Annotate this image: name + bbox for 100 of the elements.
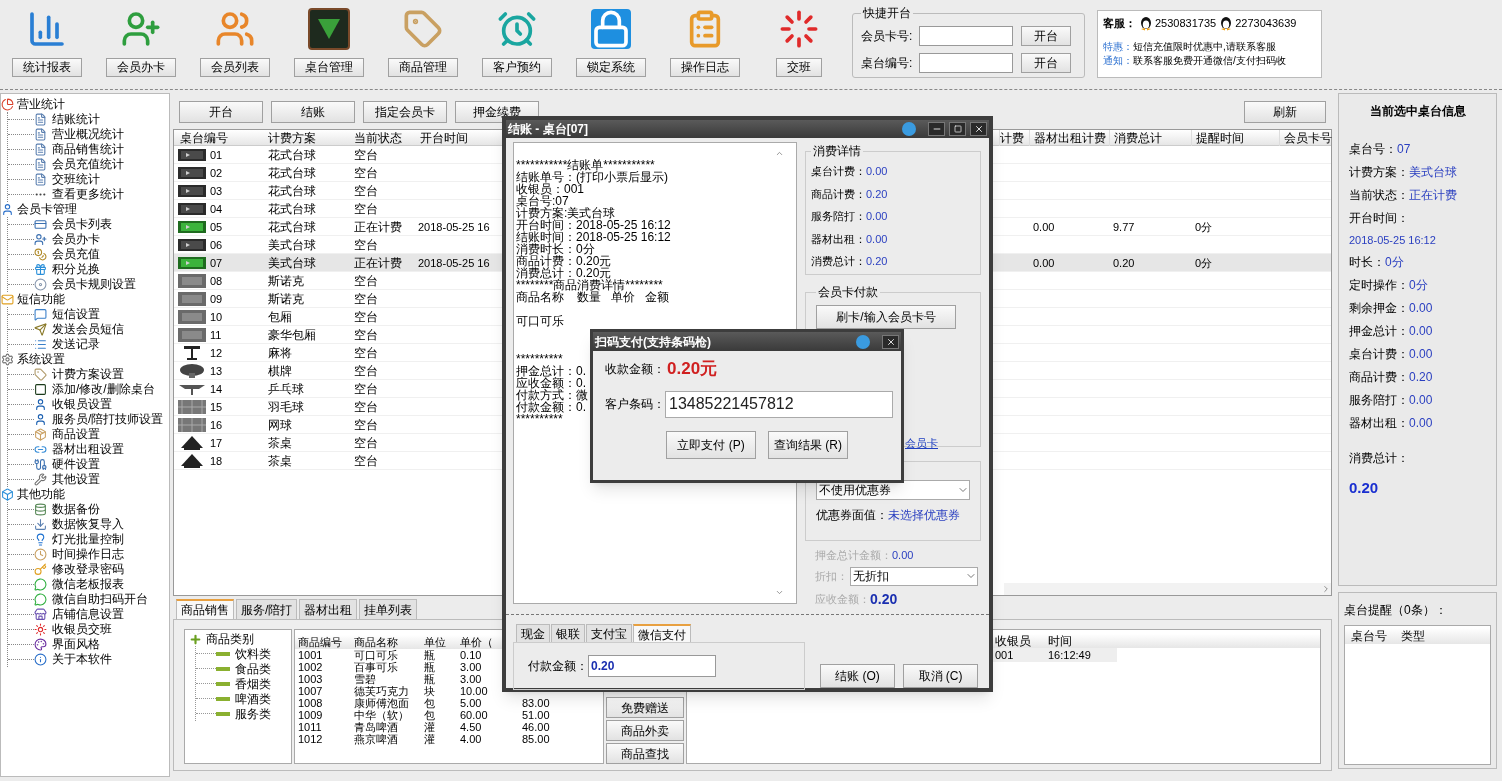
table-cell-text: 16	[210, 417, 223, 433]
table-cell-text: 03	[210, 183, 223, 199]
field-label: 桌台编号:	[861, 54, 914, 72]
table-cell-text: 豪华包厢	[267, 327, 317, 344]
table-cell-text: 4.50	[459, 721, 483, 733]
info-value: 0.00	[1409, 392, 1433, 409]
table-cell-text: 16:12:49	[1047, 648, 1091, 662]
table-cell-text: 空台	[353, 435, 379, 452]
table-cell-text: 羽毛球	[267, 399, 305, 416]
table-cell-text: 空台	[353, 453, 379, 470]
receipt-line: ***********结账单***********	[516, 158, 655, 172]
table-cell-text: 茶桌	[267, 453, 293, 470]
table-cell-text: 空台	[353, 237, 379, 254]
table-cell-text: 1009	[297, 709, 324, 721]
table-cell-text: 08	[210, 273, 223, 289]
table-cell-text: 13	[210, 363, 223, 379]
table-cell-text: 12	[210, 345, 223, 361]
window-title: 扫码支付(支持条码枪)	[595, 333, 711, 351]
table-cell-text: 百事可乐	[353, 661, 399, 673]
table-cell: 0分	[1195, 257, 1213, 269]
info-value: 0分	[1385, 254, 1404, 271]
table-cell-text: 1008	[297, 697, 324, 709]
table-cell-text: 空台	[353, 363, 379, 380]
table-cell-text: 中华（软）	[353, 709, 410, 721]
table-cell-text: 空台	[353, 327, 379, 344]
notice-label: 特惠：	[1103, 40, 1133, 54]
table-cell-text: 空台	[353, 183, 379, 200]
table-cell-text: 07	[210, 255, 223, 271]
table-cell-text: 灌	[423, 733, 436, 745]
receipt-line: 付款金额：0.	[516, 400, 586, 414]
info-label: 桌台号：	[1349, 141, 1397, 158]
receipt-line: 付款方式：微	[516, 388, 588, 402]
info-label: 剩余押金：	[1349, 300, 1409, 317]
receipt-line: 计费方案:美式台球	[516, 206, 616, 220]
table-cell-text: 正在计费	[353, 219, 403, 236]
notice-text: 短信充值限时优惠中,请联系客服	[1133, 40, 1276, 54]
table-cell-text: 02	[210, 165, 223, 181]
detail-label: 消费总计：	[811, 254, 866, 269]
receipt-line: 押金总计：0.	[516, 364, 586, 378]
table-cell-text: 花式台球	[267, 219, 317, 236]
receipt-line: 消费时长：0分	[516, 242, 595, 256]
detail-value: 0.00	[866, 209, 888, 224]
table-cell-text: 空台	[353, 417, 379, 434]
field-label: 会员卡号:	[861, 27, 914, 45]
table-cell-text: 4.00	[459, 733, 483, 745]
table-cell-text: 001	[994, 648, 1015, 662]
receipt-line: 桌台号:07	[516, 194, 569, 208]
table-cell-text: 可口可乐	[353, 649, 399, 661]
receipt-line: 应收金额：0.	[516, 376, 586, 390]
info-value: 07	[1397, 141, 1411, 158]
due-label: 应收金额：	[815, 591, 870, 607]
table-cell-text: 康师傅泡面	[353, 697, 410, 709]
table-cell-text: 空台	[353, 399, 379, 416]
info-label: 桌台计费：	[1349, 346, 1409, 363]
table-cell-text: 青岛啤酒	[353, 721, 398, 733]
table-cell-text: 1003	[297, 673, 324, 685]
info-value: 0.20	[1409, 369, 1433, 386]
table-cell-text: 乒乓球	[267, 381, 305, 398]
notice-label: 通知：	[1103, 54, 1133, 68]
table-cell-text: 美式台球	[267, 255, 317, 272]
table-cell-text: 茶桌	[267, 435, 293, 452]
table-cell-text: 空台	[353, 201, 379, 218]
coupon-value: 未选择优惠券	[888, 507, 960, 524]
table-cell-text: 3.00	[459, 673, 483, 685]
table-cell-text: 美式台球	[267, 237, 317, 254]
info-value: 美式台球	[1409, 164, 1457, 181]
table-cell: 85.00	[522, 733, 550, 745]
table-cell-text: 斯诺克	[267, 273, 305, 290]
table-cell-text: 1007	[297, 685, 324, 697]
table-cell-text: 1002	[297, 661, 324, 673]
info-label: 押金总计：	[1349, 323, 1409, 340]
info-value: 0分	[1409, 277, 1428, 294]
info-value: 0.00	[1409, 415, 1433, 432]
receipt-line: 收银员：001	[516, 182, 585, 196]
table-cell-text: 1012	[297, 733, 324, 745]
detail-value: 0.20	[866, 186, 888, 202]
table-cell-text: 空台	[353, 147, 379, 164]
table-cell-text: 11	[210, 327, 222, 343]
table-cell-text: 0.10	[459, 649, 483, 661]
detail-label: 服务陪打：	[811, 209, 866, 224]
table-cell-text: 包	[423, 709, 436, 721]
receipt-line: 商品计费：0.20元	[516, 254, 612, 268]
table-cell-text: 德芙巧克力	[353, 685, 410, 697]
due-amount: 0.20	[870, 589, 898, 609]
barcode-label: 客户条码：	[605, 396, 665, 413]
info-label: 计费方案：	[1349, 164, 1409, 181]
table-cell-text: 空台	[353, 291, 379, 308]
info-label: 商品计费：	[1349, 369, 1409, 386]
table-cell-text: 网球	[267, 417, 293, 434]
table-cell-text: 10.00	[459, 685, 489, 697]
total-amount: 0.20	[1349, 479, 1379, 496]
detail-label: 商品计费：	[811, 186, 866, 202]
table-cell: 2018-05-25 16	[418, 221, 490, 233]
detail-label: 器材出租：	[811, 231, 866, 247]
table-cell-text: 1011	[297, 721, 323, 733]
table-cell-text: 包	[423, 697, 436, 709]
info-label: 开台时间：	[1349, 211, 1409, 225]
table-cell: 46.00	[522, 721, 550, 733]
deposit-value: 0.00	[892, 547, 914, 563]
table-cell-text: 空台	[353, 165, 379, 182]
